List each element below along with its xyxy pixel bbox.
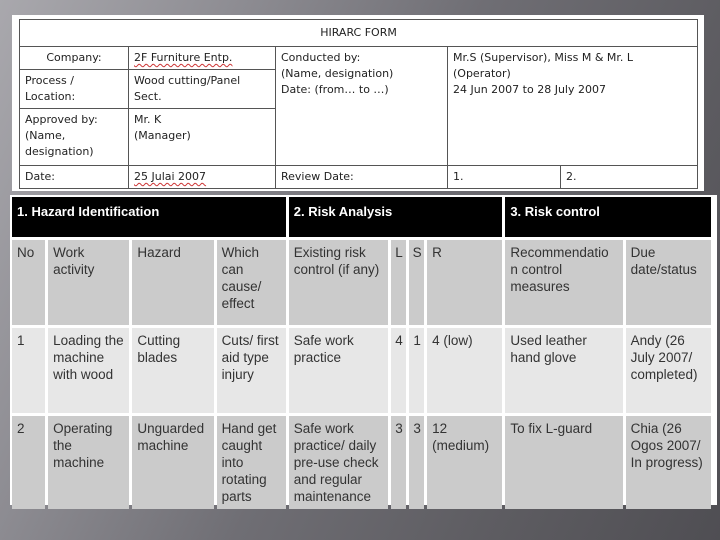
approved-value-name: Mr. K: [134, 113, 162, 126]
company-value-text: 2F Furniture Entp.: [134, 51, 233, 64]
conducted-sub-name: (Name, designation): [281, 67, 394, 80]
header-recommendation: Recommendatio n control measures: [505, 240, 623, 325]
header-effect: Which can cause/ effect: [216, 240, 286, 325]
section-hazard-identification: 1. Hazard Identification: [12, 197, 286, 237]
header-work-activity: Work activity: [48, 240, 130, 325]
cell-severity: 1: [409, 328, 425, 413]
date-label: Date:: [19, 165, 129, 189]
cell-hazard: Unguarded machine: [132, 416, 214, 509]
conducted-label: Conducted by:: [281, 51, 361, 64]
date-value-cell: 25 Julai 2007: [128, 165, 276, 189]
cell-effect: Cuts/ first aid type injury: [216, 328, 286, 413]
approved-label-cell: Approved by: (Name, designation): [19, 108, 129, 166]
table-row: 2 Operating the machine Unguarded machin…: [12, 416, 711, 509]
hirarc-form: HIRARC FORM Company: 2F Furniture Entp. …: [12, 15, 704, 191]
header-likelihood: L: [391, 240, 407, 325]
cell-due-status: Chia (26 Ogos 2007/ In progress): [625, 416, 711, 509]
review-date-2: 2.: [559, 165, 699, 189]
conducted-sub-date: Date: (from… to …): [281, 83, 389, 96]
approved-sub-name: (Name,: [25, 129, 66, 142]
review-date-1: 1.: [447, 165, 561, 189]
conducted-value-dates: 24 Jun 2007 to 28 July 2007: [453, 83, 606, 96]
date-value: 25 Julai 2007: [134, 170, 207, 183]
section-risk-control: 3. Risk control: [505, 197, 711, 237]
cell-due-status: Andy (26 July 2007/ completed): [625, 328, 711, 413]
cell-likelihood: 4: [391, 328, 407, 413]
cell-hazard: Cutting blades: [132, 328, 214, 413]
header-hazard: Hazard: [132, 240, 214, 325]
approved-value-cell: Mr. K (Manager): [128, 108, 276, 166]
process-label: Process /: [25, 74, 74, 87]
header-severity: S: [409, 240, 425, 325]
cell-effect: Hand get caught into rotating parts: [216, 416, 286, 509]
cell-severity: 3: [409, 416, 425, 509]
header-no: No: [12, 240, 46, 325]
section-risk-analysis: 2. Risk Analysis: [288, 197, 503, 237]
hirarc-form-table: HIRARC FORM Company: 2F Furniture Entp. …: [18, 19, 699, 189]
location-label: Location:: [25, 90, 76, 103]
table-row: 1 Loading the machine with wood Cutting …: [12, 328, 711, 413]
cell-recommendation: Used leather hand glove: [505, 328, 623, 413]
cell-no: 2: [12, 416, 46, 509]
process-label-cell: Process / Location:: [19, 69, 129, 109]
process-value-cont: Sect.: [134, 90, 162, 103]
hazard-table: 1. Hazard Identification 2. Risk Analysi…: [9, 194, 714, 512]
header-risk: R: [427, 240, 503, 325]
cell-existing-control: Safe work practice/ daily pre-use check …: [288, 416, 389, 509]
cell-work-activity: Loading the machine with wood: [48, 328, 130, 413]
conducted-label-cell: Conducted by: (Name, designation) Date: …: [275, 46, 448, 166]
cell-work-activity: Operating the machine: [48, 416, 130, 509]
conducted-value-role: (Operator): [453, 67, 511, 80]
column-header-row: No Work activity Hazard Which can cause/…: [12, 240, 711, 325]
hazard-table-container: 1. Hazard Identification 2. Risk Analysi…: [10, 195, 717, 509]
cell-risk: 4 (low): [427, 328, 503, 413]
cell-risk: 12 (medium): [427, 416, 503, 509]
form-title: HIRARC FORM: [18, 19, 699, 47]
process-value: Wood cutting/Panel: [134, 74, 241, 87]
approved-value-role: (Manager): [134, 129, 191, 142]
approved-label: Approved by:: [25, 113, 98, 126]
approved-sub-designation: designation): [25, 145, 94, 158]
cell-no: 1: [12, 328, 46, 413]
conducted-value-names: Mr.S (Supervisor), Miss M & Mr. L: [453, 51, 634, 64]
review-date-label: Review Date:: [275, 165, 448, 189]
cell-existing-control: Safe work practice: [288, 328, 389, 413]
section-header-row: 1. Hazard Identification 2. Risk Analysi…: [12, 197, 711, 237]
header-due-status: Due date/status: [625, 240, 711, 325]
header-existing-control: Existing risk control (if any): [288, 240, 389, 325]
cell-recommendation: To fix L-guard: [505, 416, 623, 509]
process-value-cell: Wood cutting/Panel Sect.: [128, 69, 276, 109]
cell-likelihood: 3: [391, 416, 407, 509]
conducted-value-cell: Mr.S (Supervisor), Miss M & Mr. L (Opera…: [446, 46, 699, 166]
company-value: 2F Furniture Entp.: [128, 46, 276, 70]
company-label: Company:: [19, 46, 129, 70]
